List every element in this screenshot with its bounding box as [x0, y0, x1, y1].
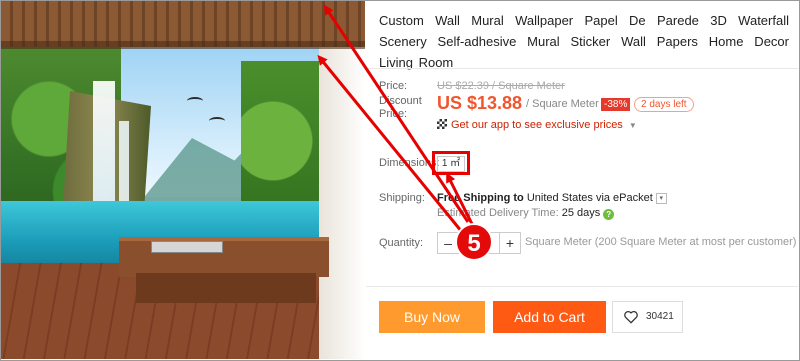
- buy-now-button[interactable]: Buy Now: [379, 301, 485, 333]
- shipping-info: Free Shipping to United States via ePack…: [437, 192, 667, 204]
- price-unit: / Square Meter: [526, 98, 599, 110]
- quantity-note: Square Meter (200 Square Meter at most p…: [525, 236, 797, 248]
- discount-badge: -38%: [601, 98, 631, 111]
- wishlist-count: 30421: [646, 311, 674, 322]
- scene-side-wall: [319, 47, 365, 359]
- help-icon[interactable]: ?: [603, 209, 615, 220]
- original-price: US $22.39 / Square Meter: [437, 80, 565, 92]
- scene-ceiling-shadow: [1, 41, 365, 49]
- product-title: Custom Wall Mural Wallpaper Papel De Par…: [379, 13, 789, 70]
- shipping-destination: United States via ePacket: [526, 192, 653, 204]
- time-left-badge: 2 days left: [634, 97, 694, 112]
- shipping-dropdown-icon[interactable]: ▾: [655, 192, 667, 204]
- divider: [366, 68, 798, 69]
- heart-icon: [624, 310, 638, 324]
- bird-icon: [209, 117, 225, 125]
- discount-price: US $13.88: [437, 93, 523, 113]
- scene-devices: [151, 241, 223, 253]
- quantity-increase-button[interactable]: +: [499, 233, 520, 253]
- divider: [366, 286, 798, 287]
- wishlist-button[interactable]: 30421: [612, 301, 683, 333]
- annotation-step-badge: 5: [455, 223, 493, 261]
- discount-price-label: Discount Price:: [379, 95, 422, 120]
- app-promo-text: Get our app to see exclusive prices: [451, 119, 623, 131]
- add-to-cart-button[interactable]: Add to Cart: [493, 301, 606, 333]
- qr-code-icon: [437, 119, 447, 129]
- product-image[interactable]: [1, 1, 365, 359]
- bird-icon: [187, 97, 203, 105]
- chevron-down-icon[interactable]: ▼: [629, 121, 637, 130]
- dimensions-label: Dimensions:: [379, 157, 440, 169]
- free-shipping-text: Free Shipping to: [437, 192, 524, 204]
- app-promo-link[interactable]: Get our app to see exclusive prices ▼: [437, 119, 637, 131]
- eta-label: Estimated Delivery Time:: [437, 207, 559, 219]
- delivery-estimate: Estimated Delivery Time: 25 days?: [437, 207, 615, 220]
- scene-tv-stand-front: [136, 273, 316, 303]
- shipping-label: Shipping:: [379, 192, 425, 204]
- price-label: Price:: [379, 80, 408, 92]
- annotation-highlight-box: [432, 151, 470, 175]
- quantity-label: Quantity:: [379, 237, 424, 249]
- eta-value: 25 days: [561, 207, 601, 219]
